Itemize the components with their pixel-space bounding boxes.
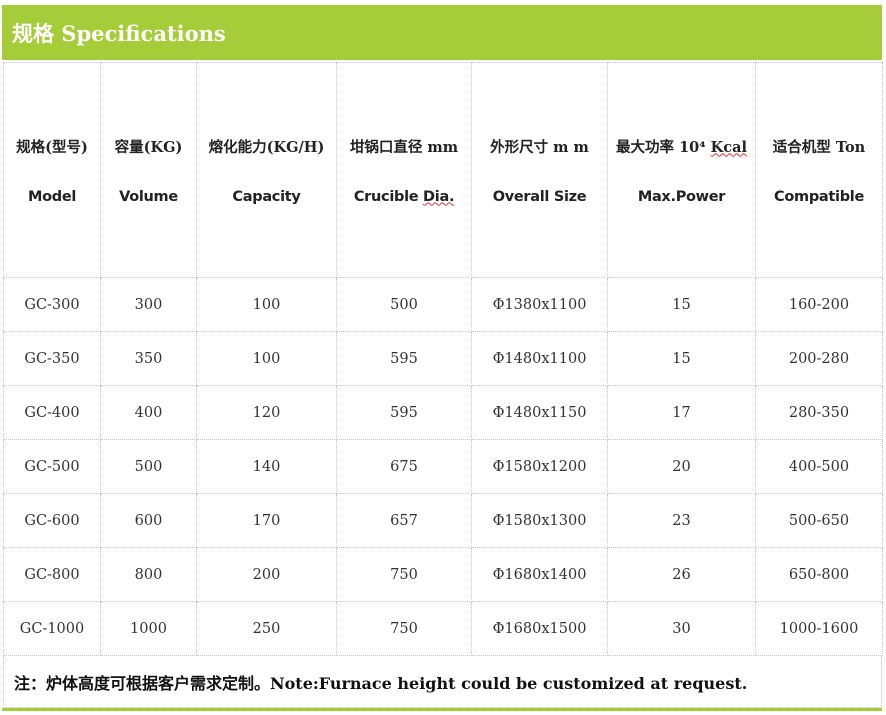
- cell-max-power: 26: [607, 547, 756, 602]
- footnote-text: 注：炉体高度可根据客户需求定制。Note:Furnace height coul…: [14, 673, 748, 693]
- cell-max-power: 23: [607, 493, 756, 548]
- cell-volume: 800: [100, 547, 197, 602]
- cell-max-power: 20: [607, 439, 756, 494]
- section-header: 规格 Specifications: [2, 5, 882, 60]
- cell-overall-size: Φ1680x1400: [471, 547, 608, 602]
- cell-compatible: 200-280: [755, 331, 883, 386]
- cell-overall-size: Φ1580x1300: [471, 493, 608, 548]
- header-compatible: 适合机型 Ton Compatible: [755, 62, 883, 278]
- cell-volume: 500: [100, 439, 197, 494]
- cell-overall-size: Φ1480x1150: [471, 385, 608, 440]
- specifications-table: 规格(型号) Model 容量(KG) Volume 熔化能力(KG/H) Ca…: [3, 62, 883, 656]
- cell-model: GC-600: [3, 493, 101, 548]
- cell-model: GC-800: [3, 547, 101, 602]
- cell-model: GC-350: [3, 331, 101, 386]
- cell-volume: 350: [100, 331, 197, 386]
- cell-overall-size: Φ1580x1200: [471, 439, 608, 494]
- cell-capacity: 120: [196, 385, 337, 440]
- header-capacity: 熔化能力(KG/H) Capacity: [196, 62, 337, 278]
- cell-capacity: 200: [196, 547, 337, 602]
- cell-crucible-dia: 500: [336, 277, 472, 332]
- cell-capacity: 140: [196, 439, 337, 494]
- cell-model: GC-1000: [3, 601, 101, 656]
- cell-model: GC-400: [3, 385, 101, 440]
- header-max-power: 最大功率 10⁴ Kcal Max.Power: [607, 62, 756, 278]
- cell-overall-size: Φ1380x1100: [471, 277, 608, 332]
- cell-compatible: 400-500: [755, 439, 883, 494]
- cell-max-power: 15: [607, 277, 756, 332]
- cell-model: GC-500: [3, 439, 101, 494]
- table-row: GC-600 600 170 657 Φ1580x1300 23 500-650: [3, 493, 883, 548]
- cell-volume: 300: [100, 277, 197, 332]
- cell-model: GC-300: [3, 277, 101, 332]
- cell-compatible: 650-800: [755, 547, 883, 602]
- cell-compatible: 160-200: [755, 277, 883, 332]
- cell-crucible-dia: 595: [336, 331, 472, 386]
- cell-max-power: 30: [607, 601, 756, 656]
- footnote: 注：炉体高度可根据客户需求定制。Note:Furnace height coul…: [3, 656, 882, 708]
- table-row: GC-500 500 140 675 Φ1580x1200 20 400-500: [3, 439, 883, 494]
- table-row: GC-350 350 100 595 Φ1480x1100 15 200-280: [3, 331, 883, 386]
- cell-overall-size: Φ1680x1500: [471, 601, 608, 656]
- cell-max-power: 15: [607, 331, 756, 386]
- cell-crucible-dia: 750: [336, 601, 472, 656]
- bottom-accent-bar: [2, 708, 882, 711]
- cell-crucible-dia: 595: [336, 385, 472, 440]
- cell-compatible: 1000-1600: [755, 601, 883, 656]
- cell-compatible: 280-350: [755, 385, 883, 440]
- cell-capacity: 100: [196, 331, 337, 386]
- table-row: GC-300 300 100 500 Φ1380x1100 15 160-200: [3, 277, 883, 332]
- table-header-row: 规格(型号) Model 容量(KG) Volume 熔化能力(KG/H) Ca…: [3, 62, 883, 278]
- cell-crucible-dia: 657: [336, 493, 472, 548]
- header-overall-size: 外形尺寸 m m Overall Size: [471, 62, 608, 278]
- header-crucible-dia: 坩锅口直径 mm Crucible Dia.: [336, 62, 472, 278]
- header-model: 规格(型号) Model: [3, 62, 101, 278]
- cell-max-power: 17: [607, 385, 756, 440]
- cell-volume: 1000: [100, 601, 197, 656]
- cell-volume: 400: [100, 385, 197, 440]
- cell-crucible-dia: 675: [336, 439, 472, 494]
- section-title: 规格 Specifications: [12, 20, 226, 46]
- table-row: GC-1000 1000 250 750 Φ1680x1500 30 1000-…: [3, 601, 883, 656]
- table-row: GC-800 800 200 750 Φ1680x1400 26 650-800: [3, 547, 883, 602]
- table-row: GC-400 400 120 595 Φ1480x1150 17 280-350: [3, 385, 883, 440]
- cell-capacity: 250: [196, 601, 337, 656]
- cell-compatible: 500-650: [755, 493, 883, 548]
- cell-capacity: 170: [196, 493, 337, 548]
- cell-volume: 600: [100, 493, 197, 548]
- cell-capacity: 100: [196, 277, 337, 332]
- cell-crucible-dia: 750: [336, 547, 472, 602]
- cell-overall-size: Φ1480x1100: [471, 331, 608, 386]
- header-volume: 容量(KG) Volume: [100, 62, 197, 278]
